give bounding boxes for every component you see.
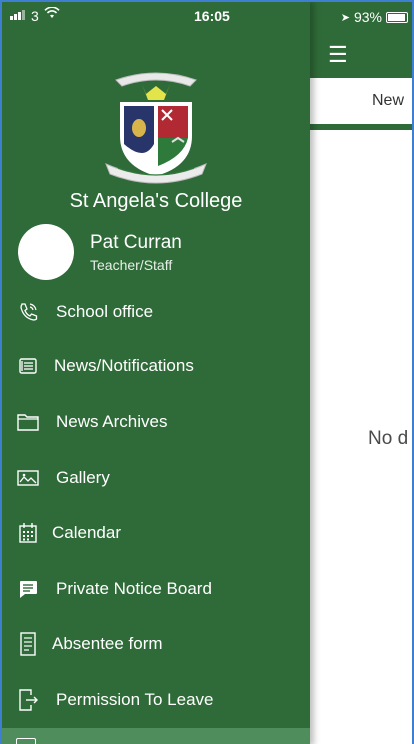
- menu-item-private-notice-board[interactable]: Private Notice Board: [2, 565, 310, 613]
- avatar[interactable]: [18, 224, 74, 280]
- battery-percent: 93%: [353, 9, 382, 25]
- user-role: Teacher/Staff: [90, 257, 173, 273]
- menu-item-permission-to-leave[interactable]: Permission To Leave: [2, 676, 310, 724]
- menu-item-selected[interactable]: [2, 728, 310, 744]
- carrier-label: 3: [31, 8, 39, 24]
- user-name: Pat Curran: [90, 232, 182, 253]
- menu-icon[interactable]: ☰: [328, 44, 348, 66]
- tab-label: New: [372, 92, 405, 109]
- tab-new[interactable]: New: [302, 78, 412, 124]
- app-bar: ☰: [302, 32, 412, 78]
- wifi-icon: [44, 6, 60, 22]
- clock: 16:05: [194, 8, 230, 24]
- signal-icon: [10, 10, 25, 20]
- menu-item-label: News/Notifications: [54, 356, 194, 375]
- form-icon: [16, 632, 40, 656]
- menu-item-absentee-form[interactable]: Absentee form: [2, 620, 310, 668]
- menu-item-label: School office: [56, 302, 154, 321]
- menu-item-label: Calendar: [52, 523, 121, 542]
- news-icon: [16, 354, 40, 378]
- menu-item-label: Gallery: [56, 468, 110, 487]
- menu-item-label: News Archives: [56, 412, 168, 431]
- message-icon: [16, 577, 40, 601]
- document-icon: [16, 738, 36, 744]
- college-crest-logo: [105, 72, 207, 184]
- location-arrow-icon: ➤: [340, 11, 350, 24]
- calendar-icon: [16, 521, 40, 545]
- college-name: St Angela's College: [69, 190, 243, 212]
- navigation-drawer: 3 16:05 St Angela's College Pat Curran T…: [2, 2, 310, 744]
- tab-indicator: [302, 124, 412, 130]
- screen-frame: ➤ 93% ☰ New No d 3 16:05 St Angela's Col…: [0, 0, 414, 744]
- menu-item-news-notifications[interactable]: News/Notifications: [2, 342, 310, 390]
- status-bar: 3 16:05: [2, 2, 310, 32]
- phone-icon: [16, 300, 40, 324]
- image-icon: [16, 466, 40, 490]
- exit-icon: [16, 688, 40, 712]
- menu-item-calendar[interactable]: Calendar: [2, 509, 310, 557]
- folder-icon: [16, 410, 40, 434]
- battery-icon: [386, 11, 408, 23]
- status-bar-right: ➤ 93%: [302, 2, 412, 32]
- main-screen: ➤ 93% ☰ New No d: [302, 2, 412, 744]
- menu-item-school-office[interactable]: School office: [2, 288, 310, 336]
- empty-state-text: No d: [368, 428, 409, 449]
- menu-item-gallery[interactable]: Gallery: [2, 454, 310, 502]
- menu-item-label: Absentee form: [52, 634, 163, 653]
- menu-item-label: Permission To Leave: [56, 690, 214, 709]
- menu-item-news-archives[interactable]: News Archives: [2, 398, 310, 446]
- menu-item-label: Private Notice Board: [56, 579, 212, 598]
